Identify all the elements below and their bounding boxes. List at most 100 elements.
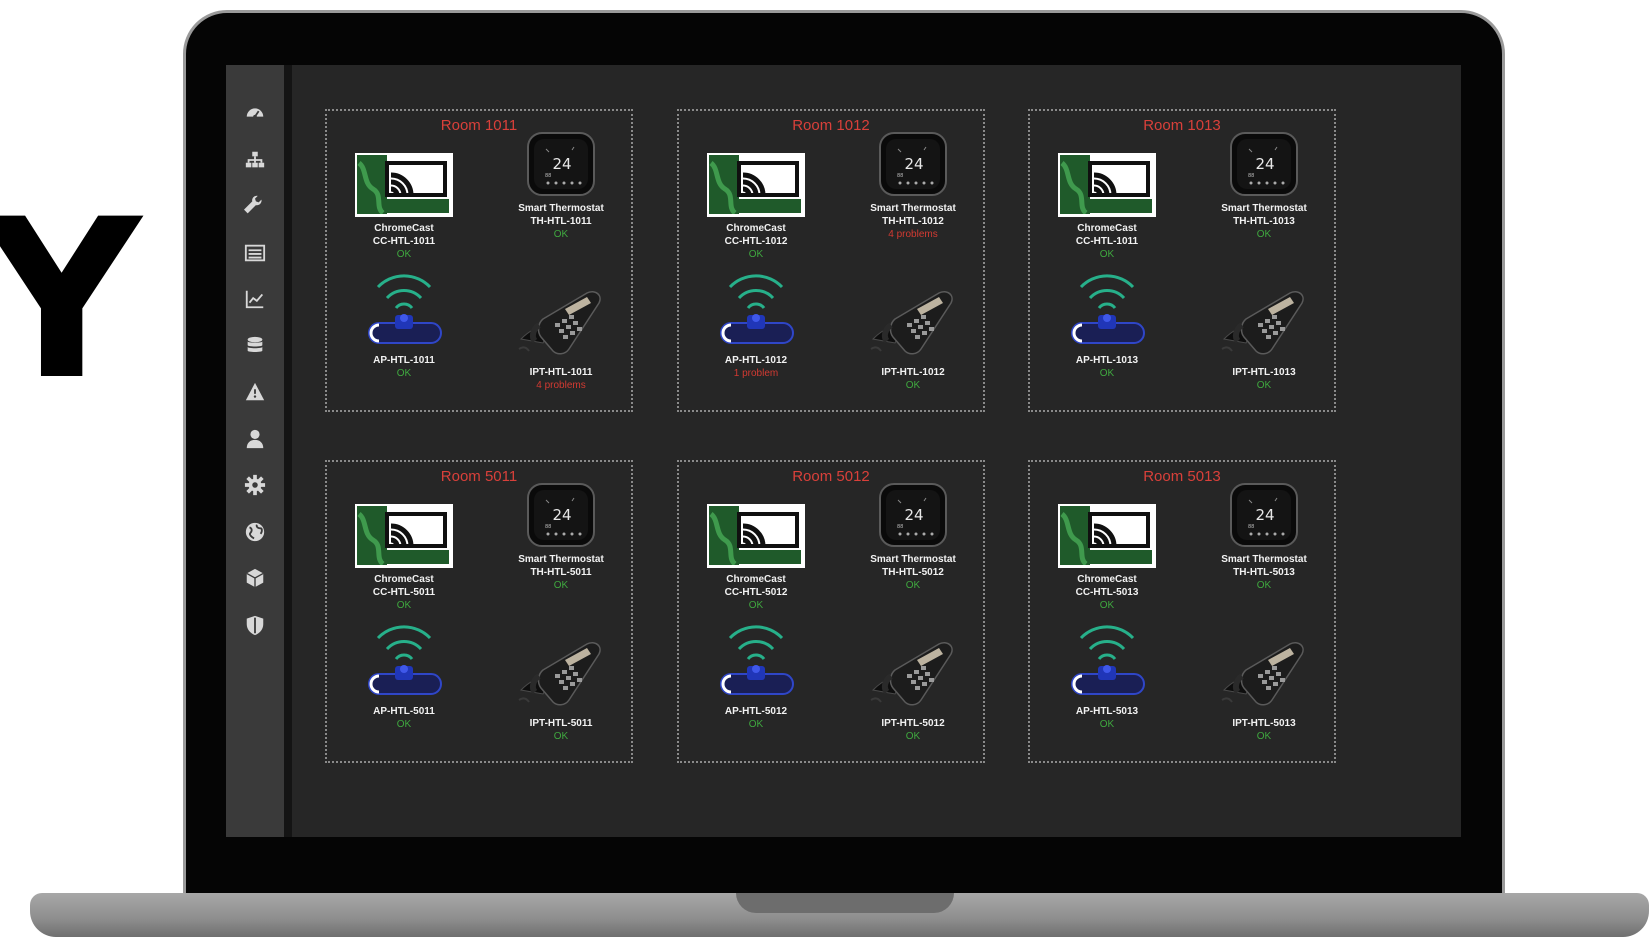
device-id: IPT-HTL-1012 xyxy=(881,367,945,378)
user-icon[interactable] xyxy=(243,427,267,451)
thermostat-device[interactable]: 24 88 Smart Thermostat TH-HTL-1013 OK xyxy=(1194,131,1334,241)
status-text: OK xyxy=(553,731,569,742)
access-point-device[interactable]: AP-HTL-1012 1 problem xyxy=(686,267,826,380)
thermostat-device[interactable]: 24 88 Smart Thermostat TH-HTL-5012 OK xyxy=(843,482,983,592)
thermostat-image: 24 88 xyxy=(1194,482,1334,553)
room-card[interactable]: Room 1013 ChromeCast CC-HTL-1011 OK 24 88 Smar… xyxy=(1028,109,1336,412)
access-point-device[interactable]: AP-HTL-1011 OK xyxy=(334,267,474,380)
ip-phone-device[interactable]: IPT-HTL-5011 OK xyxy=(491,640,631,743)
room-card[interactable]: Room 5011 ChromeCast CC-HTL-5011 OK 24 88 Smar… xyxy=(325,460,633,763)
status-text: OK xyxy=(1099,249,1115,260)
access-point-device[interactable]: AP-HTL-1013 OK xyxy=(1037,267,1177,380)
thermostat-device[interactable]: 24 88 Smart Thermostat TH-HTL-5013 OK xyxy=(1194,482,1334,592)
device-id: TH-HTL-5011 xyxy=(530,567,592,578)
device-name: ChromeCast xyxy=(1077,223,1137,234)
thermostat-device[interactable]: 24 88 Smart Thermostat TH-HTL-5011 OK xyxy=(491,482,631,592)
access-point-image xyxy=(1037,618,1177,705)
thermostat-image: 24 88 xyxy=(843,482,983,553)
sidebar xyxy=(226,65,284,837)
svg-text:24: 24 xyxy=(1255,506,1274,524)
device-id: IPT-HTL-5012 xyxy=(881,718,945,729)
svg-text:24: 24 xyxy=(552,506,571,524)
access-point-device[interactable]: AP-HTL-5012 OK xyxy=(686,618,826,731)
access-point-image xyxy=(334,267,474,354)
status-text: OK xyxy=(1256,731,1272,742)
status-text: 1 problem xyxy=(733,368,779,379)
device-id: CC-HTL-5012 xyxy=(724,587,788,598)
wrench-icon[interactable] xyxy=(243,194,267,218)
chromecast-device[interactable]: ChromeCast CC-HTL-1012 OK xyxy=(686,153,826,261)
device-name: Smart Thermostat xyxy=(1221,554,1307,565)
gear-icon[interactable] xyxy=(243,473,267,497)
chromecast-image xyxy=(1037,153,1177,222)
status-text: OK xyxy=(1256,229,1272,240)
svg-text:88: 88 xyxy=(897,173,903,179)
device-name: Smart Thermostat xyxy=(1221,203,1307,214)
ip-phone-device[interactable]: IPT-HTL-1013 OK xyxy=(1194,289,1334,392)
ip-phone-device[interactable]: IPT-HTL-1011 4 problems xyxy=(491,289,631,392)
thermostat-device[interactable]: 24 88 Smart Thermostat TH-HTL-1012 4 problem… xyxy=(843,131,983,241)
device-id: IPT-HTL-1011 xyxy=(529,367,593,378)
chromecast-device[interactable]: ChromeCast CC-HTL-1011 OK xyxy=(1037,153,1177,261)
sidebar-divider xyxy=(284,65,292,837)
device-id: AP-HTL-5012 xyxy=(724,706,788,717)
dashboard-icon[interactable] xyxy=(243,101,267,125)
chromecast-device[interactable]: ChromeCast CC-HTL-5013 OK xyxy=(1037,504,1177,612)
chromecast-image xyxy=(334,504,474,573)
device-name: ChromeCast xyxy=(374,574,434,585)
access-point-image xyxy=(1037,267,1177,354)
status-text: 4 problems xyxy=(536,380,586,391)
status-text: OK xyxy=(1099,719,1115,730)
room-card[interactable]: Room 1012 ChromeCast CC-HTL-1012 OK 24 88 Smar… xyxy=(677,109,985,412)
access-point-device[interactable]: AP-HTL-5011 OK xyxy=(334,618,474,731)
device-id: AP-HTL-1012 xyxy=(724,355,788,366)
ip-phone-image xyxy=(1194,289,1334,366)
room-card[interactable]: Room 1011 ChromeCast CC-HTL-1011 OK 24 88 Smar… xyxy=(325,109,633,412)
device-id: IPT-HTL-5011 xyxy=(529,718,593,729)
shield-icon[interactable] xyxy=(243,613,267,637)
sitemap-icon[interactable] xyxy=(243,148,267,172)
ip-phone-image xyxy=(843,289,983,366)
status-text: 4 problems xyxy=(888,229,938,240)
device-id: AP-HTL-5011 xyxy=(373,706,435,717)
svg-text:88: 88 xyxy=(545,524,551,530)
warning-icon[interactable] xyxy=(243,380,267,404)
chromecast-device[interactable]: ChromeCast CC-HTL-1011 OK xyxy=(334,153,474,261)
device-id: TH-HTL-1011 xyxy=(530,216,592,227)
chart-line-icon[interactable] xyxy=(243,287,267,311)
status-text: OK xyxy=(1256,380,1272,391)
device-id: CC-HTL-1011 xyxy=(1075,236,1139,247)
status-text: OK xyxy=(748,249,764,260)
chromecast-image xyxy=(686,504,826,573)
list-icon[interactable] xyxy=(243,241,267,265)
device-name: Smart Thermostat xyxy=(870,554,956,565)
status-text: OK xyxy=(396,368,412,379)
status-text: OK xyxy=(1256,580,1272,591)
svg-text:24: 24 xyxy=(904,155,923,173)
device-id: CC-HTL-1012 xyxy=(724,236,788,247)
status-text: OK xyxy=(1099,368,1115,379)
device-name: Smart Thermostat xyxy=(870,203,956,214)
chromecast-device[interactable]: ChromeCast CC-HTL-5011 OK xyxy=(334,504,474,612)
ip-phone-device[interactable]: IPT-HTL-5012 OK xyxy=(843,640,983,743)
database-icon[interactable] xyxy=(243,334,267,358)
device-name: ChromeCast xyxy=(1077,574,1137,585)
cube-icon[interactable] xyxy=(243,566,267,590)
device-name: ChromeCast xyxy=(726,574,786,585)
ip-phone-image xyxy=(491,640,631,717)
svg-text:88: 88 xyxy=(545,173,551,179)
thermostat-image: 24 88 xyxy=(843,131,983,202)
globe-icon[interactable] xyxy=(243,520,267,544)
access-point-device[interactable]: AP-HTL-5013 OK xyxy=(1037,618,1177,731)
device-id: AP-HTL-5013 xyxy=(1075,706,1139,717)
chromecast-image xyxy=(686,153,826,222)
ip-phone-device[interactable]: IPT-HTL-5013 OK xyxy=(1194,640,1334,743)
chromecast-device[interactable]: ChromeCast CC-HTL-5012 OK xyxy=(686,504,826,612)
room-card[interactable]: Room 5012 ChromeCast CC-HTL-5012 OK 24 88 Smar… xyxy=(677,460,985,763)
device-id: TH-HTL-1013 xyxy=(1233,216,1295,227)
room-card[interactable]: Room 5013 ChromeCast CC-HTL-5013 OK 24 88 Smar… xyxy=(1028,460,1336,763)
ip-phone-image xyxy=(491,289,631,366)
thermostat-device[interactable]: 24 88 Smart Thermostat TH-HTL-1011 OK xyxy=(491,131,631,241)
device-id: IPT-HTL-5013 xyxy=(1232,718,1296,729)
ip-phone-device[interactable]: IPT-HTL-1012 OK xyxy=(843,289,983,392)
